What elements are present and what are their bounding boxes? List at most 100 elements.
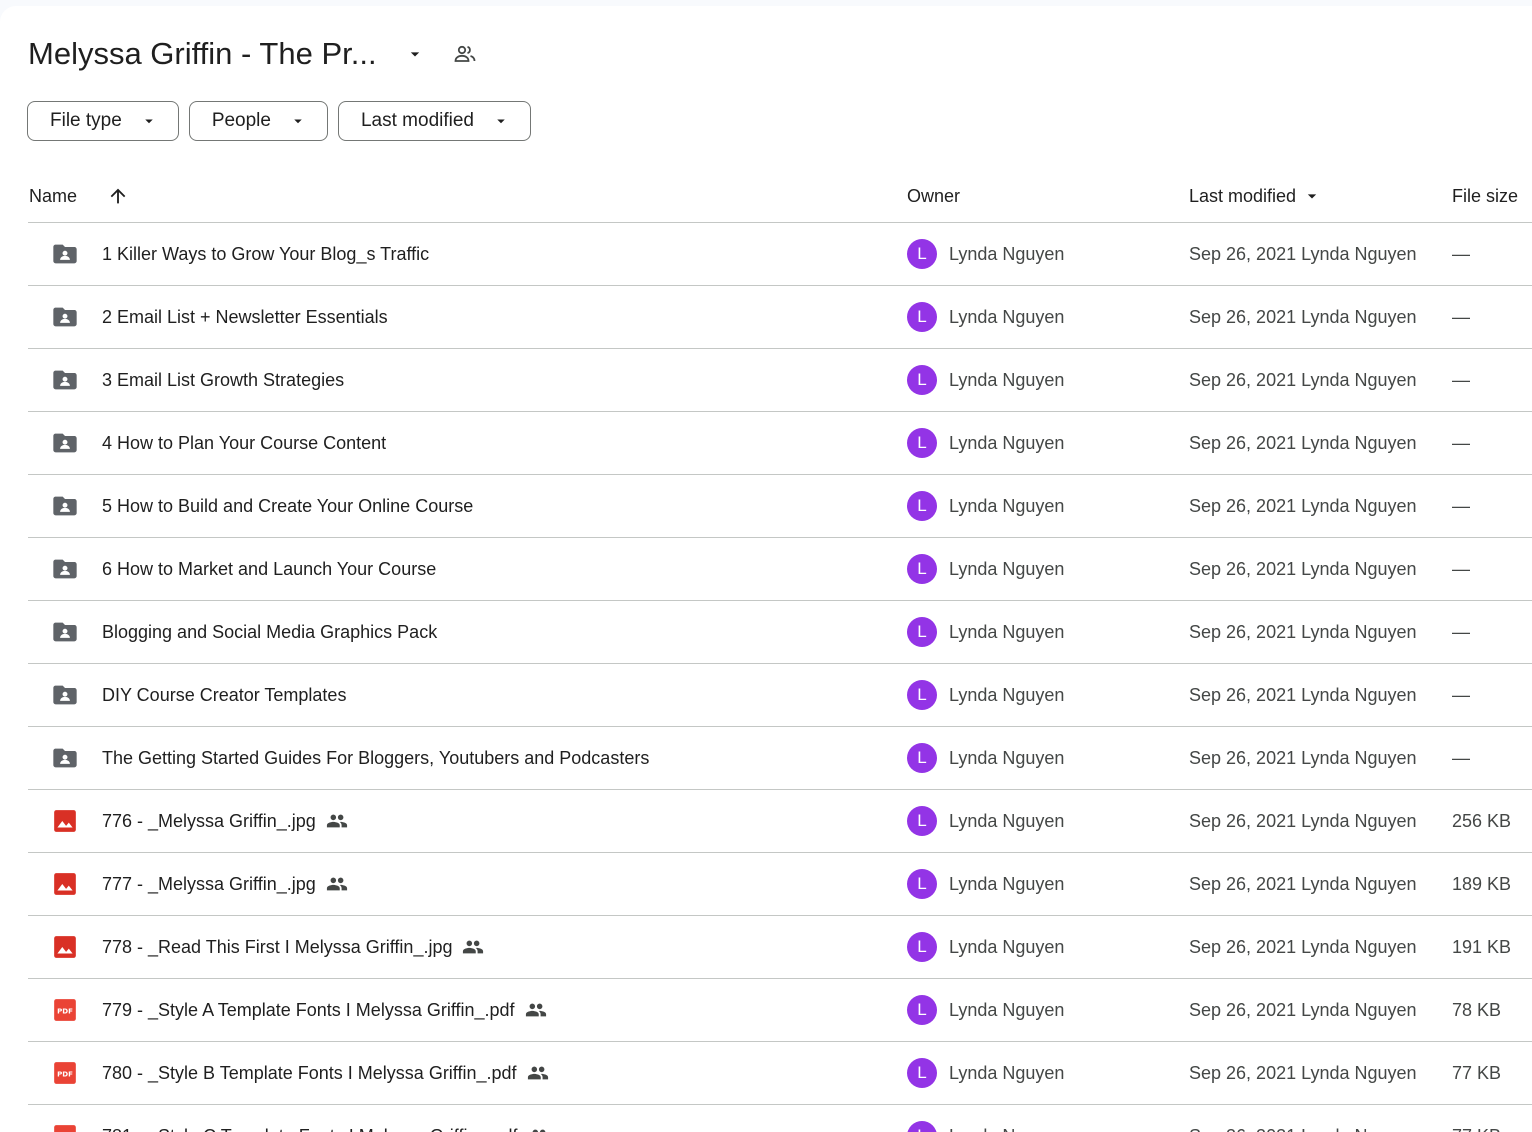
column-file-size: File size bbox=[1452, 185, 1519, 206]
last-modified-cell: Sep 26, 2021 Lynda Nguyen bbox=[1189, 1105, 1417, 1132]
file-name: 781 - _Style C Template Fonts I Melyssa … bbox=[102, 1126, 518, 1132]
last-modified-text: Sep 26, 2021 Lynda Nguyen bbox=[1189, 936, 1417, 957]
filter-label: Last modified bbox=[360, 110, 474, 131]
file-row[interactable]: 776 - _Melyssa Griffin_.jpg L Lynda Nguyen… bbox=[28, 790, 1532, 853]
shared-people-icon bbox=[527, 1062, 549, 1084]
owner-name: Lynda Nguyen bbox=[949, 306, 1065, 327]
file-type-filter[interactable]: File type bbox=[27, 101, 179, 141]
avatar: L bbox=[907, 617, 937, 647]
file-row[interactable]: 1 Killer Ways to Grow Your Blog_s Traffi… bbox=[28, 223, 1532, 286]
folder-title[interactable]: Melyssa Griffin - The Pr... bbox=[28, 36, 377, 72]
owner-cell: L Lynda Nguyen bbox=[907, 412, 1064, 474]
file-browser-panel: Melyssa Griffin - The Pr... File type Pe… bbox=[0, 6, 1532, 1132]
people-filter[interactable]: People bbox=[188, 101, 328, 141]
file-row[interactable]: DIY Course Creator Templates L Lynda Nguye… bbox=[28, 664, 1532, 727]
file-name: 1 Killer Ways to Grow Your Blog_s Traffi… bbox=[102, 243, 430, 264]
shared-people-icon bbox=[326, 810, 348, 832]
owner-cell: L Lynda Nguyen bbox=[907, 286, 1064, 348]
avatar: L bbox=[907, 491, 937, 521]
column-name[interactable]: Name bbox=[29, 174, 77, 218]
last-modified-text: Sep 26, 2021 Lynda Nguyen bbox=[1189, 306, 1417, 327]
file-name: 780 - _Style B Template Fonts I Melyssa … bbox=[102, 1062, 517, 1083]
last-modified-cell: Sep 26, 2021 Lynda Nguyen bbox=[1189, 475, 1417, 537]
avatar: L bbox=[907, 680, 937, 710]
file-name-cell: 777 - _Melyssa Griffin_.jpg bbox=[102, 853, 348, 915]
last-modified-text: Sep 26, 2021 Lynda Nguyen bbox=[1189, 873, 1417, 894]
shared-people-icon bbox=[528, 1125, 550, 1132]
last-modified-text: Sep 26, 2021 Lynda Nguyen bbox=[1189, 621, 1417, 642]
owner-cell: L Lynda Nguyen bbox=[907, 1042, 1064, 1104]
shared-folder-icon bbox=[50, 601, 80, 663]
file-size-cell: 77 KB bbox=[1452, 1062, 1502, 1083]
owner-name: Lynda Nguyen bbox=[949, 810, 1065, 831]
file-name-cell: 779 - _Style A Template Fonts I Melyssa … bbox=[102, 979, 547, 1041]
svg-text:PDF: PDF bbox=[57, 1006, 73, 1015]
owner-name: Lynda Nguyen bbox=[949, 621, 1065, 642]
file-row[interactable]: The Getting Started Guides For Bloggers,… bbox=[28, 727, 1532, 790]
owner-name: Lynda Nguyen bbox=[949, 873, 1065, 894]
file-row[interactable]: 5 How to Build and Create Your Online Co… bbox=[28, 475, 1532, 538]
last-modified-cell: Sep 26, 2021 Lynda Nguyen bbox=[1189, 979, 1417, 1041]
last-modified-cell: Sep 26, 2021 Lynda Nguyen bbox=[1189, 538, 1417, 600]
file-name: 4 How to Plan Your Course Content bbox=[102, 432, 387, 453]
column-last-modified-label: Last modified bbox=[1189, 185, 1297, 206]
last-modified-cell: Sep 26, 2021 Lynda Nguyen bbox=[1189, 1042, 1417, 1104]
image-file-icon bbox=[50, 916, 80, 978]
file-list: 1 Killer Ways to Grow Your Blog_s Traffi… bbox=[28, 223, 1532, 1132]
file-name: Blogging and Social Media Graphics Pack bbox=[102, 621, 438, 642]
file-name-cell: 4 How to Plan Your Course Content bbox=[102, 412, 386, 474]
last-modified-cell: Sep 26, 2021 Lynda Nguyen bbox=[1189, 664, 1417, 726]
arrow-drop-down-icon bbox=[140, 112, 158, 130]
file-row[interactable]: 2 Email List + Newsletter Essentials L Lyn… bbox=[28, 286, 1532, 349]
last-modified-cell: Sep 26, 2021 Lynda Nguyen bbox=[1189, 223, 1417, 285]
owner-name: Lynda Nguyen bbox=[949, 999, 1065, 1020]
svg-text:PDF: PDF bbox=[57, 1069, 73, 1078]
last-modified-cell: Sep 26, 2021 Lynda Nguyen bbox=[1189, 727, 1417, 789]
owner-name: Lynda Nguyen bbox=[949, 432, 1065, 453]
file-name-cell: 776 - _Melyssa Griffin_.jpg bbox=[102, 790, 348, 852]
arrow-drop-down-icon bbox=[492, 112, 510, 130]
file-row[interactable]: 6 How to Market and Launch Your Course L L… bbox=[28, 538, 1532, 601]
file-name-cell: 781 - _Style C Template Fonts I Melyssa … bbox=[102, 1105, 550, 1132]
file-row[interactable]: PDF 779 - _Style A Template Fonts I Melys… bbox=[28, 979, 1532, 1042]
column-header-row: Name Owner Last modified File size bbox=[28, 174, 1532, 223]
shared-folder-icon bbox=[50, 475, 80, 537]
file-row[interactable]: 778 - _Read This First I Melyssa Griffin… bbox=[28, 916, 1532, 979]
file-name-cell: 5 How to Build and Create Your Online Co… bbox=[102, 475, 473, 537]
file-size-cell: — bbox=[1452, 243, 1470, 264]
file-row[interactable]: Blogging and Social Media Graphics Pack L… bbox=[28, 601, 1532, 664]
avatar: L bbox=[907, 1121, 937, 1132]
last-modified-cell: Sep 26, 2021 Lynda Nguyen bbox=[1189, 286, 1417, 348]
file-size-cell: 189 KB bbox=[1452, 873, 1512, 894]
file-row[interactable]: PDF 781 - _Style C Template Fonts I Melys… bbox=[28, 1105, 1532, 1132]
last-modified-filter[interactable]: Last modified bbox=[337, 101, 531, 141]
file-name: The Getting Started Guides For Bloggers,… bbox=[102, 747, 650, 768]
file-size-cell: — bbox=[1452, 432, 1470, 453]
owner-name: Lynda Nguyen bbox=[949, 1126, 1064, 1132]
owner-cell: L Lynda Nguyen bbox=[907, 853, 1064, 915]
column-last-modified[interactable]: Last modified bbox=[1189, 174, 1322, 218]
file-name: 778 - _Read This First I Melyssa Griffin… bbox=[102, 936, 453, 957]
people-outline-icon[interactable] bbox=[449, 38, 481, 70]
arrow-upward-icon[interactable] bbox=[106, 174, 130, 218]
last-modified-cell: Sep 26, 2021 Lynda Nguyen bbox=[1189, 349, 1417, 411]
file-row[interactable]: PDF 780 - _Style B Template Fonts I Melys… bbox=[28, 1042, 1532, 1105]
arrow-drop-down-icon[interactable] bbox=[401, 40, 429, 68]
file-size-cell: — bbox=[1452, 558, 1470, 579]
last-modified-cell: Sep 26, 2021 Lynda Nguyen bbox=[1189, 790, 1417, 852]
pdf-file-icon: PDF bbox=[50, 979, 80, 1041]
pdf-file-icon: PDF bbox=[50, 1105, 80, 1132]
file-name-cell: DIY Course Creator Templates bbox=[102, 664, 346, 726]
shared-folder-icon bbox=[50, 412, 80, 474]
shared-folder-icon bbox=[50, 664, 80, 726]
owner-cell: L Lynda Nguyen bbox=[907, 916, 1064, 978]
owner-name: Lynda Nguyen bbox=[949, 936, 1065, 957]
file-size-cell: — bbox=[1452, 306, 1470, 327]
file-row[interactable]: 777 - _Melyssa Griffin_.jpg L Lynda Nguyen… bbox=[28, 853, 1532, 916]
file-row[interactable]: 3 Email List Growth Strategies L Lynda Ngu… bbox=[28, 349, 1532, 412]
owner-cell: L Lynda Nguyen bbox=[907, 664, 1064, 726]
arrow-drop-down-icon bbox=[289, 112, 307, 130]
file-row[interactable]: 4 How to Plan Your Course Content L Lynda … bbox=[28, 412, 1532, 475]
last-modified-text: Sep 26, 2021 Lynda Nguyen bbox=[1189, 243, 1417, 264]
owner-cell: L Lynda Nguyen bbox=[907, 979, 1064, 1041]
